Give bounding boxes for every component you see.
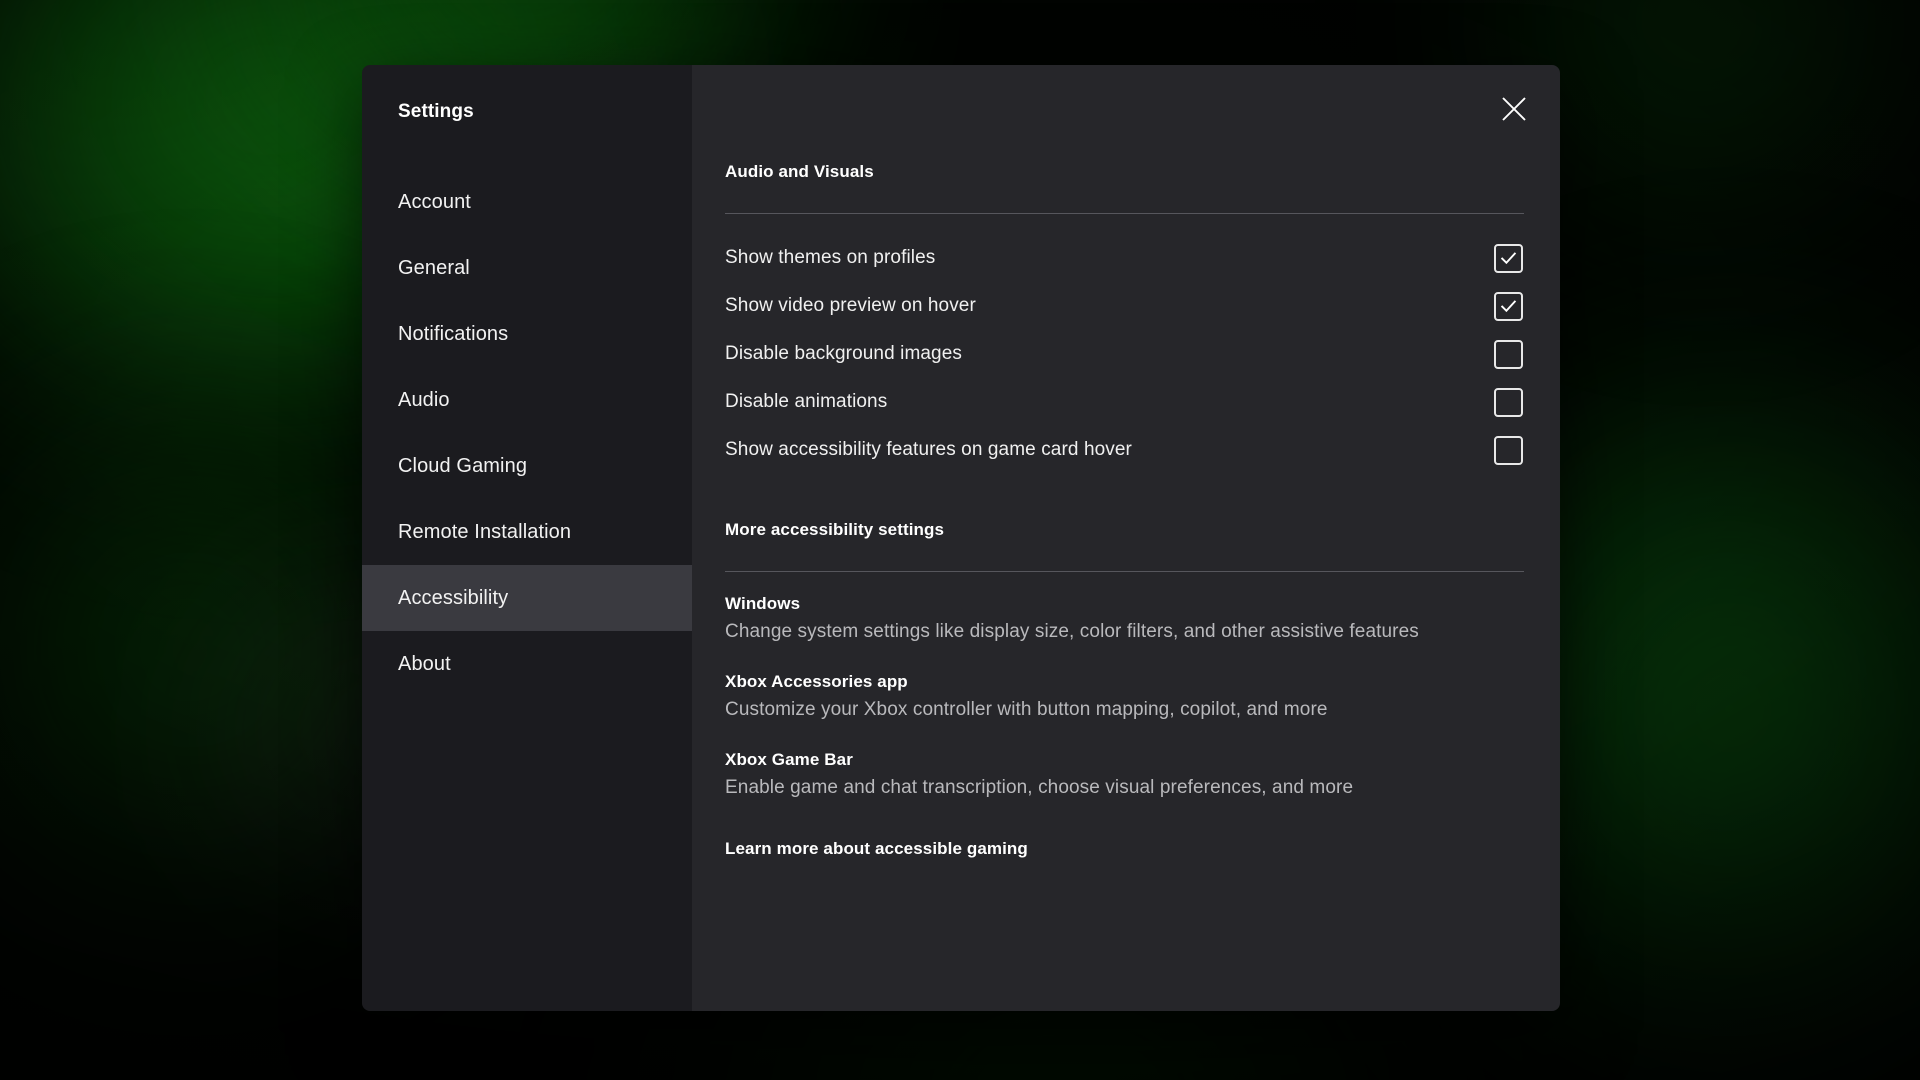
setting-label: Disable background images — [725, 343, 962, 364]
setting-row[interactable]: Disable animations — [725, 378, 1524, 426]
sidebar-item-label: Cloud Gaming — [398, 454, 528, 477]
sidebar-item-label: Notifications — [398, 322, 509, 345]
more-accessibility-divider — [725, 571, 1524, 572]
sidebar-item-accessibility[interactable]: Accessibility — [362, 565, 692, 631]
accessibility-link-xbox-game-bar[interactable]: Xbox Game Bar Enable game and chat transc… — [725, 750, 1353, 799]
sidebar-item-label: About — [398, 652, 451, 675]
audio-and-visuals-heading: Audio and Visuals — [725, 162, 874, 181]
setting-row[interactable]: Show accessibility features on game card… — [725, 426, 1524, 474]
link-title: Windows — [725, 594, 801, 613]
sidebar-item-label: Accessibility — [398, 586, 509, 609]
setting-label: Show accessibility features on game card… — [725, 439, 1132, 460]
sidebar-item-notifications[interactable]: Notifications — [362, 301, 692, 367]
sidebar-item-account[interactable]: Account — [362, 169, 692, 235]
sidebar-item-label: Remote Installation — [398, 520, 572, 543]
setting-row[interactable]: Show video preview on hover — [725, 282, 1524, 330]
setting-row[interactable]: Disable background images — [725, 330, 1524, 378]
checkbox-unchecked[interactable] — [1494, 435, 1523, 465]
link-description: Change system settings like display size… — [725, 621, 1419, 642]
checkbox-checked[interactable] — [1494, 243, 1523, 273]
checkbox-checked[interactable] — [1494, 291, 1523, 321]
accessibility-link-windows[interactable]: Windows Change system settings like displ… — [725, 594, 1419, 643]
accessibility-link-xbox-accessories-app[interactable]: Xbox Accessories app Customize your Xbox … — [725, 672, 1328, 721]
sidebar-item-remote-installation[interactable]: Remote Installation — [362, 499, 692, 565]
sidebar-item-label: Account — [398, 190, 471, 213]
link-title: Xbox Accessories app — [725, 672, 908, 691]
link-description: Enable game and chat transcription, choo… — [725, 777, 1354, 798]
setting-row[interactable]: Show themes on profiles — [725, 234, 1524, 282]
audio-visuals-option-list: Show themes on profiles Show video previe… — [725, 234, 1524, 474]
settings-content: Audio and Visuals Show themes on profile… — [692, 65, 1560, 1011]
page-title: Settings — [398, 101, 474, 122]
sidebar-item-audio[interactable]: Audio — [362, 367, 692, 433]
link-description: Customize your Xbox controller with butt… — [725, 699, 1328, 720]
sidebar-item-about[interactable]: About — [362, 631, 692, 697]
link-title: Xbox Game Bar — [725, 750, 853, 769]
settings-dialog: Settings Account General Notifications Audi… — [362, 65, 1560, 1011]
more-accessibility-settings-heading: More accessibility settings — [725, 520, 945, 539]
setting-label: Show video preview on hover — [725, 295, 976, 316]
checkbox-unchecked[interactable] — [1494, 387, 1523, 417]
sidebar-item-cloud-gaming[interactable]: Cloud Gaming — [362, 433, 692, 499]
settings-sidebar: Settings Account General Notifications Audi… — [362, 65, 692, 1011]
audio-visuals-divider — [725, 213, 1524, 214]
sidebar-item-general[interactable]: General — [362, 235, 692, 301]
close-icon — [1501, 96, 1527, 122]
setting-label: Disable animations — [725, 391, 888, 412]
checkbox-unchecked[interactable] — [1494, 339, 1523, 369]
sidebar-nav: Account General Notifications Audio Cloud Ga… — [362, 169, 692, 697]
more-accessibility-link-list: Windows Change system settings like displ… — [725, 594, 1524, 799]
setting-label: Show themes on profiles — [725, 247, 936, 268]
close-button[interactable] — [1490, 85, 1538, 133]
sidebar-item-label: Audio — [398, 388, 450, 411]
sidebar-item-label: General — [398, 256, 470, 279]
learn-more-link[interactable]: Learn more about accessible gaming — [725, 839, 1028, 859]
